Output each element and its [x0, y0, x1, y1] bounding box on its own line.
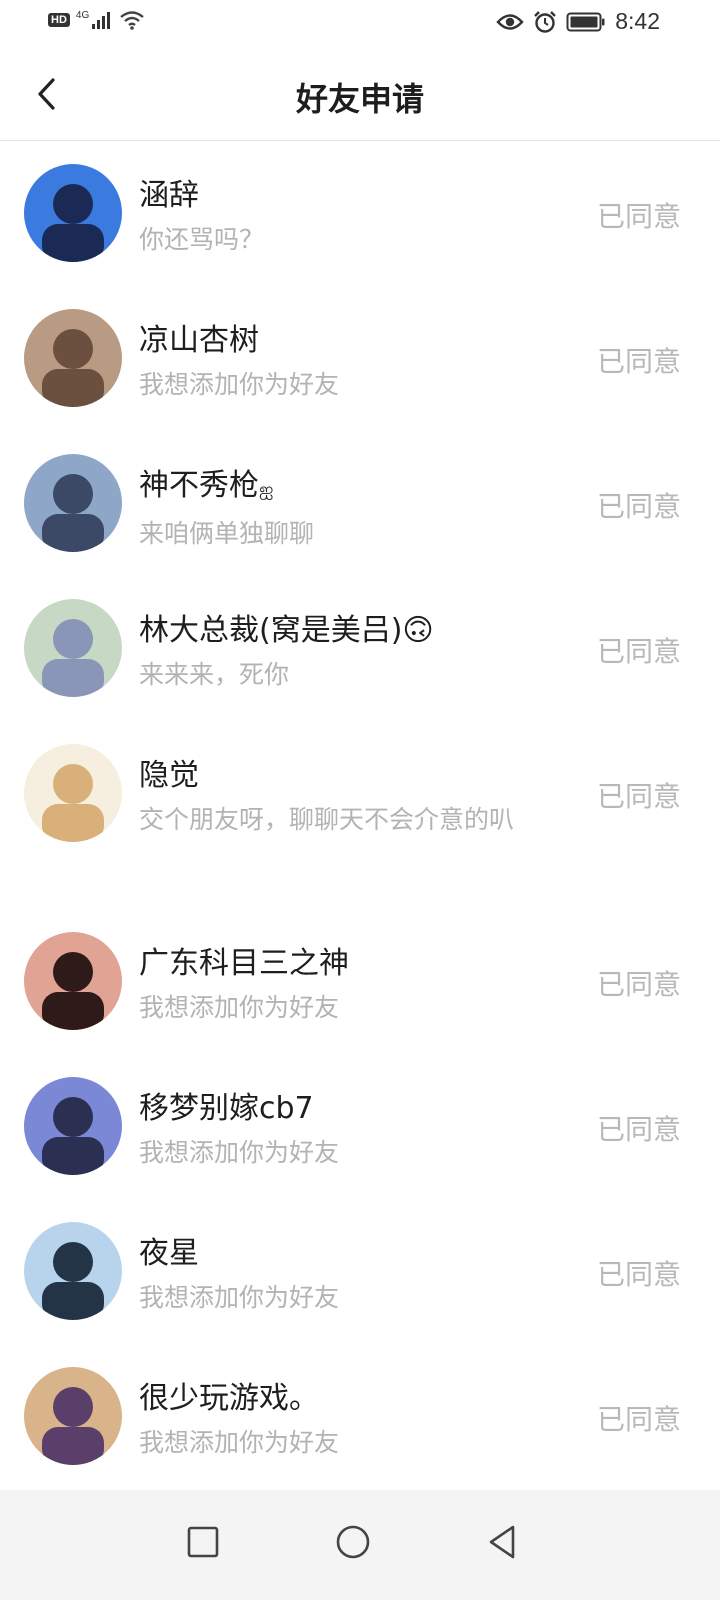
- friend-name: 神不秀枪ஐ: [139, 466, 555, 510]
- request-message: 来来来，死你: [139, 660, 290, 689]
- request-status: 已同意: [596, 1403, 681, 1436]
- request-message: 来咱俩单独聊聊: [139, 519, 315, 548]
- header: 好友申请: [0, 48, 720, 141]
- emoji-icon: 🙃: [402, 613, 434, 648]
- friend-name: 凉山杏树: [139, 323, 259, 358]
- friend-request-row[interactable]: 凉山杏树 我想添加你为好友 已同意: [0, 287, 720, 432]
- name-decoration: ஐ: [259, 479, 274, 500]
- avatar-image: [24, 932, 122, 1030]
- square-icon: [187, 1526, 219, 1558]
- avatar[interactable]: [24, 309, 122, 407]
- status-left: HD 4G: [48, 10, 145, 30]
- avatar[interactable]: [24, 744, 122, 842]
- avatar[interactable]: [24, 1367, 122, 1465]
- friend-request-row[interactable]: 林大总裁(窝是美吕)🙃 来来来，死你 已同意: [0, 577, 720, 722]
- hd-badge: HD: [48, 13, 70, 27]
- wifi-icon: [120, 11, 144, 30]
- request-message: 交个朋友呀，聊聊天不会介意的叭: [139, 805, 515, 834]
- friend-name: 很少玩游戏。: [139, 1381, 319, 1416]
- request-message: 我想添加你为好友: [139, 1283, 340, 1312]
- request-message: 我想添加你为好友: [139, 1428, 340, 1457]
- request-status: 已同意: [596, 1258, 681, 1291]
- request-status: 已同意: [596, 345, 681, 378]
- friend-request-row[interactable]: 广东科目三之神 我想添加你为好友 已同意: [0, 910, 720, 1055]
- request-message: 我想添加你为好友: [139, 370, 340, 399]
- friend-request-row[interactable]: 涵辞 你还骂吗？ 已同意: [0, 142, 720, 287]
- request-status: 已同意: [596, 780, 681, 813]
- friend-request-row[interactable]: 移梦别嫁cb7 我想添加你为好友 已同意: [0, 1055, 720, 1200]
- row-text: 林大总裁(窝是美吕)🙃 来来来，死你: [139, 611, 555, 697]
- triangle-back-icon: [489, 1525, 515, 1559]
- avatar-image: [24, 1367, 122, 1465]
- friend-request-row[interactable]: 神不秀枪ஐ 来咱俩单独聊聊 已同意: [0, 432, 720, 577]
- friend-name: 林大总裁(窝是美吕)🙃: [139, 611, 555, 651]
- friend-name: 隐觉: [139, 758, 199, 793]
- avatar[interactable]: [24, 164, 122, 262]
- request-status: 已同意: [596, 200, 681, 233]
- circle-icon: [336, 1525, 370, 1559]
- friend-name: 移梦别嫁cb7: [139, 1091, 314, 1126]
- signal-icon: [92, 12, 111, 29]
- home-button[interactable]: [333, 1522, 373, 1562]
- eye-icon: [496, 13, 524, 30]
- avatar-image: [24, 1222, 122, 1320]
- row-text: 广东科目三之神 我想添加你为好友: [139, 944, 555, 1030]
- avatar[interactable]: [24, 1077, 122, 1175]
- clock: 8:42: [615, 8, 660, 34]
- back-nav-button[interactable]: [483, 1522, 523, 1562]
- request-status: 已同意: [596, 968, 681, 1001]
- avatar[interactable]: [24, 599, 122, 697]
- avatar[interactable]: [24, 932, 122, 1030]
- request-message: 你还骂吗？: [139, 225, 265, 254]
- row-text: 神不秀枪ஐ 来咱俩单独聊聊: [139, 466, 555, 556]
- network-type: 4G: [75, 10, 90, 21]
- friend-name-text: 林大总裁(窝是美吕): [139, 613, 403, 648]
- avatar-image: [24, 454, 122, 552]
- status-right: 8:42: [496, 8, 660, 35]
- request-status: 已同意: [596, 1113, 681, 1146]
- status-bar: HD 4G 8:42: [0, 0, 720, 48]
- avatar[interactable]: [24, 1222, 122, 1320]
- friend-request-row[interactable]: 夜星 我想添加你为好友 已同意: [0, 1200, 720, 1345]
- avatar-image: [24, 1077, 122, 1175]
- alarm-icon: [534, 10, 557, 33]
- avatar-image: [24, 309, 122, 407]
- recent-apps-button[interactable]: [183, 1522, 223, 1562]
- row-text: 很少玩游戏。 我想添加你为好友: [139, 1379, 555, 1465]
- friend-name: 夜星: [139, 1236, 199, 1271]
- row-text: 凉山杏树 我想添加你为好友: [139, 321, 555, 407]
- row-text: 隐觉 交个朋友呀，聊聊天不会介意的叭: [139, 756, 555, 842]
- row-text: 移梦别嫁cb7 我想添加你为好友: [139, 1089, 555, 1175]
- friend-name: 广东科目三之神: [139, 946, 349, 981]
- row-text: 夜星 我想添加你为好友: [139, 1234, 555, 1320]
- request-status: 已同意: [596, 490, 681, 523]
- request-status: 已同意: [596, 635, 681, 668]
- request-message: 我想添加你为好友: [139, 993, 340, 1022]
- request-message: 我想添加你为好友: [139, 1138, 340, 1167]
- avatar-image: [24, 164, 122, 262]
- page-title: 好友申请: [295, 80, 424, 118]
- friend-request-row[interactable]: 隐觉 交个朋友呀，聊聊天不会介意的叭 已同意: [0, 722, 720, 910]
- friend-request-list: 涵辞 你还骂吗？ 已同意 凉山杏树 我想添加你为好友 已同意 神不秀枪ஐ 来咱俩…: [0, 142, 720, 1490]
- battery-icon: [566, 12, 605, 31]
- row-text: 涵辞 你还骂吗？: [139, 176, 555, 262]
- avatar-image: [24, 744, 122, 842]
- avatar[interactable]: [24, 454, 122, 552]
- avatar-image: [24, 599, 122, 697]
- friend-name-text: 神不秀枪: [139, 468, 259, 503]
- friend-request-row[interactable]: 很少玩游戏。 我想添加你为好友 已同意: [0, 1345, 720, 1490]
- system-nav-bar: [0, 1490, 720, 1600]
- friend-name: 涵辞: [139, 178, 199, 213]
